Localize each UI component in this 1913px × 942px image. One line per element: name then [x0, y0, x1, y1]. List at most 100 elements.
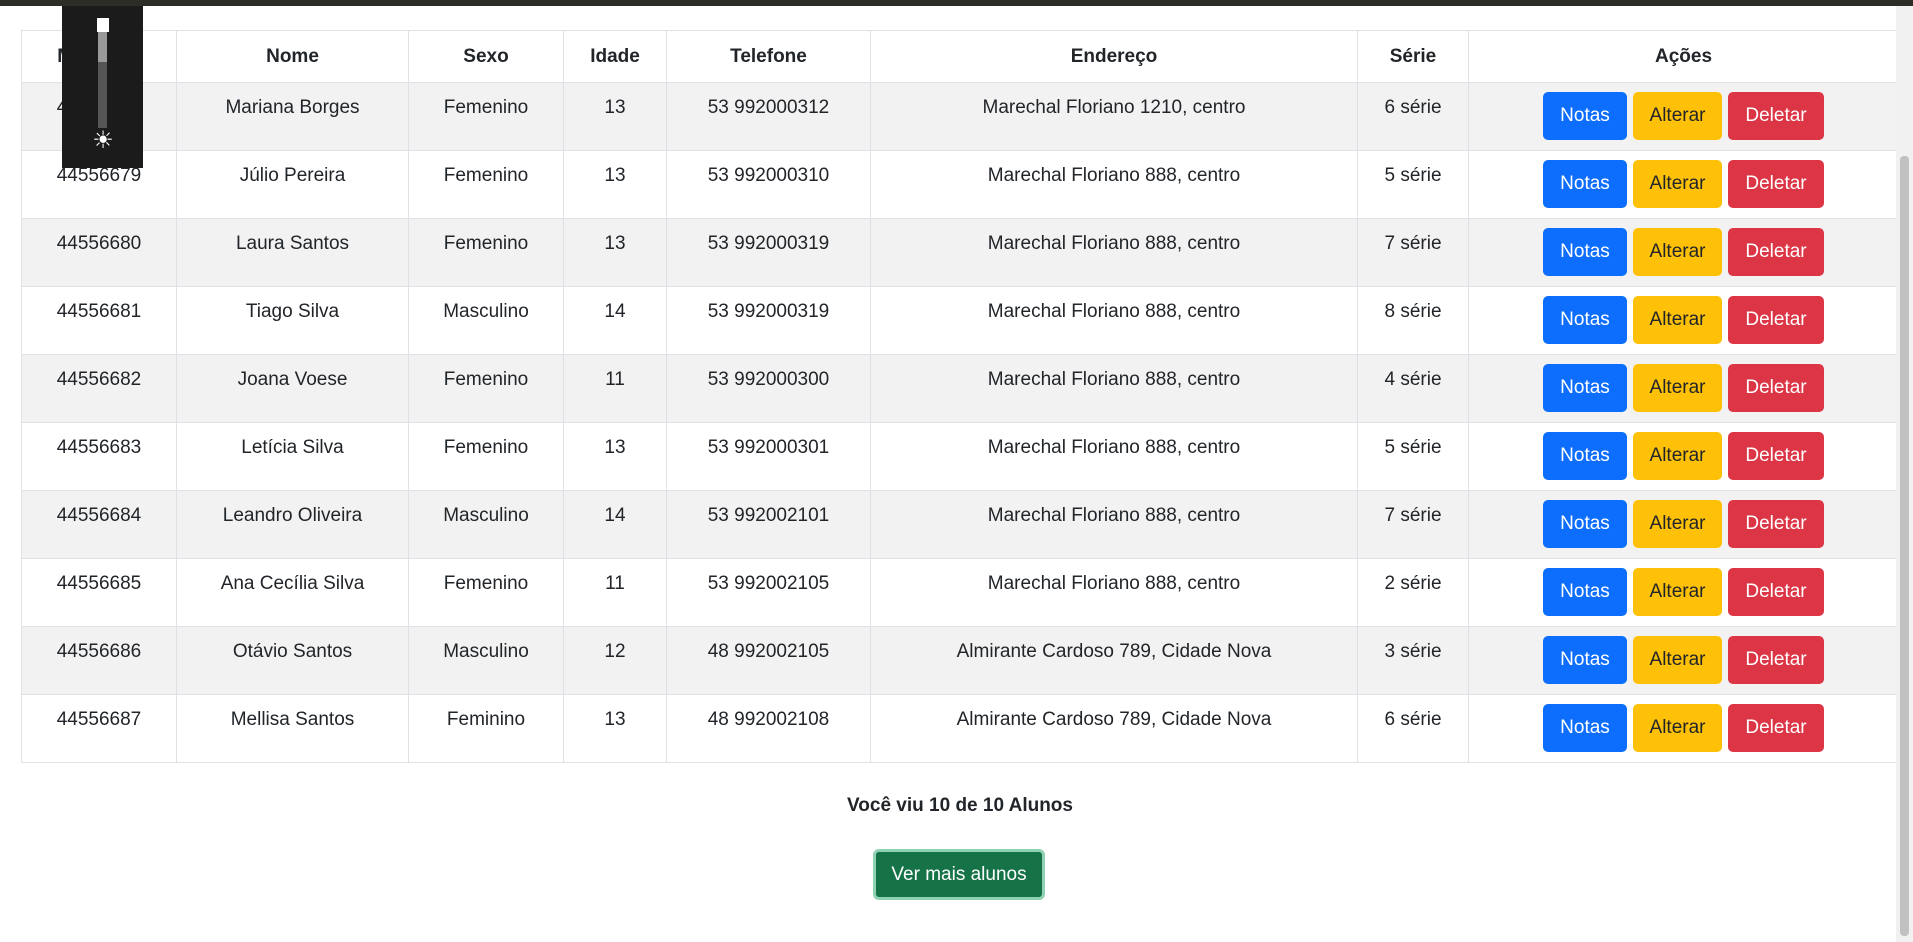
cell-matricula: 44556687 [21, 694, 177, 763]
cell-serie: 7 série [1357, 490, 1469, 559]
notas-button[interactable]: Notas [1543, 432, 1627, 480]
notas-button[interactable]: Notas [1543, 704, 1627, 752]
cell-actions: Notas Alterar Deletar [1468, 626, 1899, 695]
cell-actions: Notas Alterar Deletar [1468, 354, 1899, 423]
alterar-button[interactable]: Alterar [1633, 500, 1722, 548]
header-endereco: Endereço [870, 30, 1358, 83]
cell-telefone: 53 992002105 [666, 558, 871, 627]
students-table-container: Matrícula Nome Sexo Idade Telefone Ender… [21, 30, 1899, 763]
deletar-button[interactable]: Deletar [1728, 228, 1824, 276]
cell-idade: 13 [563, 150, 667, 219]
alterar-button[interactable]: Alterar [1633, 296, 1722, 344]
brightness-slider-handle[interactable] [97, 18, 109, 32]
cell-telefone: 48 992002105 [666, 626, 871, 695]
cell-endereco: Almirante Cardoso 789, Cidade Nova [870, 694, 1358, 763]
header-serie: Série [1357, 30, 1469, 83]
header-telefone: Telefone [666, 30, 871, 83]
cell-actions: Notas Alterar Deletar [1468, 694, 1899, 763]
cell-serie: 7 série [1357, 218, 1469, 287]
cell-idade: 11 [563, 354, 667, 423]
cell-actions: Notas Alterar Deletar [1468, 82, 1899, 151]
cell-nome: Tiago Silva [176, 286, 409, 355]
cell-nome: Júlio Pereira [176, 150, 409, 219]
cell-telefone: 48 992002108 [666, 694, 871, 763]
table-row: 44556682 Joana Voese Femenino 11 53 99200030… [21, 354, 1899, 423]
alterar-button[interactable]: Alterar [1633, 432, 1722, 480]
scrollbar-thumb[interactable] [1900, 156, 1909, 936]
alterar-button[interactable]: Alterar [1633, 568, 1722, 616]
cell-telefone: 53 992000319 [666, 286, 871, 355]
cell-telefone: 53 992000310 [666, 150, 871, 219]
vertical-scrollbar[interactable] [1896, 6, 1913, 942]
brightness-slider[interactable] [98, 18, 107, 128]
table-header-row: Matrícula Nome Sexo Idade Telefone Ender… [21, 30, 1899, 83]
cell-sexo: Femenino [408, 218, 564, 287]
cell-idade: 14 [563, 286, 667, 355]
notas-button[interactable]: Notas [1543, 160, 1627, 208]
cell-endereco: Marechal Floriano 888, centro [870, 150, 1358, 219]
cell-telefone: 53 992000312 [666, 82, 871, 151]
cell-actions: Notas Alterar Deletar [1468, 150, 1899, 219]
cell-serie: 5 série [1357, 150, 1469, 219]
cell-serie: 6 série [1357, 694, 1469, 763]
notas-button[interactable]: Notas [1543, 636, 1627, 684]
table-row: 44556686 Otávio Santos Masculino 12 48 99200… [21, 626, 1899, 695]
cell-matricula: 44556681 [21, 286, 177, 355]
see-more-students-button[interactable]: Ver mais alunos [873, 849, 1045, 900]
deletar-button[interactable]: Deletar [1728, 92, 1824, 140]
cell-idade: 14 [563, 490, 667, 559]
cell-telefone: 53 992000300 [666, 354, 871, 423]
alterar-button[interactable]: Alterar [1633, 228, 1722, 276]
cell-idade: 11 [563, 558, 667, 627]
table-row: 44556681 Tiago Silva Masculino 14 53 9920003… [21, 286, 1899, 355]
notas-button[interactable]: Notas [1543, 92, 1627, 140]
deletar-button[interactable]: Deletar [1728, 500, 1824, 548]
cell-serie: 8 série [1357, 286, 1469, 355]
cell-sexo: Femenino [408, 82, 564, 151]
notas-button[interactable]: Notas [1543, 500, 1627, 548]
cell-serie: 3 série [1357, 626, 1469, 695]
alterar-button[interactable]: Alterar [1633, 636, 1722, 684]
header-sexo: Sexo [408, 30, 564, 83]
cell-sexo: Femenino [408, 150, 564, 219]
alterar-button[interactable]: Alterar [1633, 160, 1722, 208]
table-row: 44556684 Leandro Oliveira Masculino 14 53 99… [21, 490, 1899, 559]
cell-actions: Notas Alterar Deletar [1468, 218, 1899, 287]
deletar-button[interactable]: Deletar [1728, 432, 1824, 480]
deletar-button[interactable]: Deletar [1728, 568, 1824, 616]
deletar-button[interactable]: Deletar [1728, 296, 1824, 344]
cell-matricula: 44556680 [21, 218, 177, 287]
cell-sexo: Masculino [408, 490, 564, 559]
cell-actions: Notas Alterar Deletar [1468, 286, 1899, 355]
cell-actions: Notas Alterar Deletar [1468, 422, 1899, 491]
alterar-button[interactable]: Alterar [1633, 704, 1722, 752]
notas-button[interactable]: Notas [1543, 364, 1627, 412]
notas-button[interactable]: Notas [1543, 228, 1627, 276]
cell-idade: 13 [563, 422, 667, 491]
header-idade: Idade [563, 30, 667, 83]
alterar-button[interactable]: Alterar [1633, 92, 1722, 140]
alterar-button[interactable]: Alterar [1633, 364, 1722, 412]
deletar-button[interactable]: Deletar [1728, 704, 1824, 752]
brightness-overlay: ☀ [62, 6, 143, 168]
notas-button[interactable]: Notas [1543, 568, 1627, 616]
cell-idade: 12 [563, 626, 667, 695]
cell-endereco: Marechal Floriano 888, centro [870, 286, 1358, 355]
table-row: 44556685 Ana Cecília Silva Femenino 11 53 99… [21, 558, 1899, 627]
cell-nome: Laura Santos [176, 218, 409, 287]
cell-sexo: Femenino [408, 354, 564, 423]
cell-matricula: 44556684 [21, 490, 177, 559]
cell-serie: 2 série [1357, 558, 1469, 627]
cell-telefone: 53 992000301 [666, 422, 871, 491]
cell-nome: Mariana Borges [176, 82, 409, 151]
cell-actions: Notas Alterar Deletar [1468, 558, 1899, 627]
header-nome: Nome [176, 30, 409, 83]
deletar-button[interactable]: Deletar [1728, 636, 1824, 684]
deletar-button[interactable]: Deletar [1728, 364, 1824, 412]
notas-button[interactable]: Notas [1543, 296, 1627, 344]
cell-endereco: Marechal Floriano 888, centro [870, 490, 1358, 559]
cell-endereco: Marechal Floriano 888, centro [870, 218, 1358, 287]
cell-matricula: 44556686 [21, 626, 177, 695]
students-count-summary: Você viu 10 de 10 Alunos [847, 795, 1073, 816]
deletar-button[interactable]: Deletar [1728, 160, 1824, 208]
